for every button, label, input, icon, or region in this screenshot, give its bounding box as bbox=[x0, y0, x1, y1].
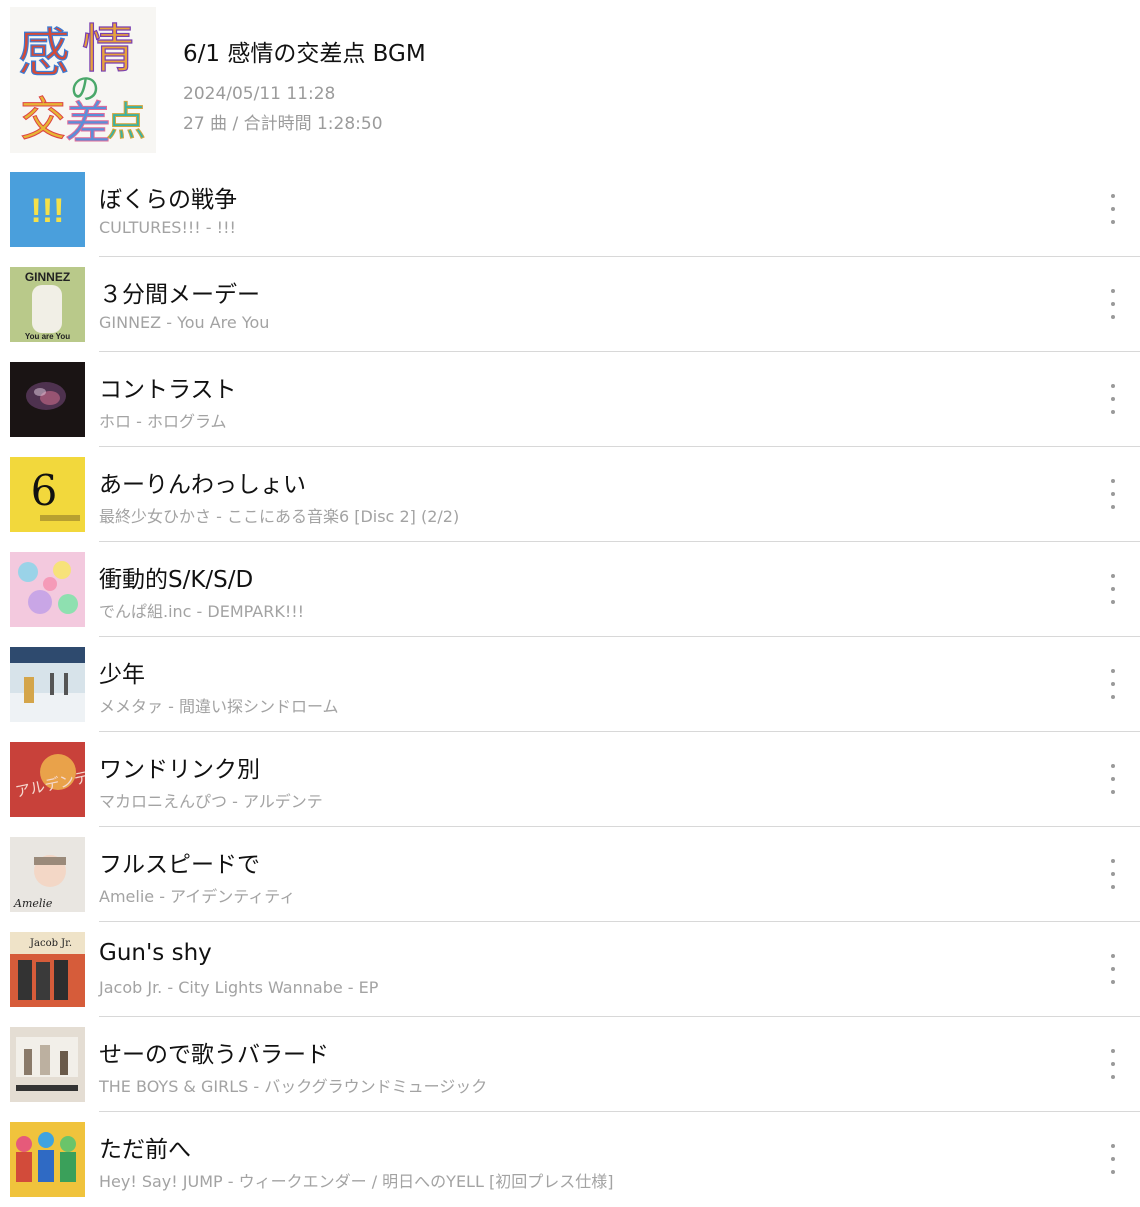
track-row[interactable]: Jacob Jr. Gun's shy Jacob Jr. - City Lig… bbox=[0, 922, 1140, 1017]
track-title: フルスピードで bbox=[99, 852, 260, 878]
track-title: せーので歌うバラード bbox=[99, 1042, 329, 1068]
playlist-cover-image: 感 情 の 交 差 点 bbox=[10, 7, 156, 153]
track-row[interactable]: 6 あーりんわっしょい 最終少女ひかさ - ここにある音楽6 [Disc 2] … bbox=[0, 447, 1140, 542]
more-vertical-icon[interactable] bbox=[1104, 954, 1122, 984]
track-row[interactable]: !!! ぼくらの戦争 CULTURES!!! - !!! bbox=[0, 162, 1140, 257]
track-artist-album: Jacob Jr. - City Lights Wannabe - EP bbox=[99, 978, 379, 997]
more-vertical-icon[interactable] bbox=[1104, 384, 1122, 414]
album-art bbox=[10, 647, 85, 722]
more-vertical-icon[interactable] bbox=[1104, 764, 1122, 794]
track-row[interactable]: Amelie フルスピードで Amelie - アイデンティティ bbox=[0, 827, 1140, 922]
track-row[interactable]: ただ前へ Hey! Say! JUMP - ウィークエンダー / 明日へのYEL… bbox=[0, 1112, 1140, 1207]
more-vertical-icon[interactable] bbox=[1104, 574, 1122, 604]
track-title: あーりんわっしょい bbox=[99, 472, 306, 498]
track-artist-album: マカロニえんぴつ - アルデンテ bbox=[99, 792, 323, 811]
album-art-caption: Amelie bbox=[13, 897, 53, 910]
track-artist-album: THE BOYS & GIRLS - バックグラウンドミュージック bbox=[99, 1077, 488, 1096]
more-vertical-icon[interactable] bbox=[1104, 859, 1122, 889]
track-artist-album: Hey! Say! JUMP - ウィークエンダー / 明日へのYELL [初回… bbox=[99, 1172, 614, 1191]
album-art bbox=[10, 1122, 85, 1197]
playlist-track-count-duration: 27 曲 / 合計時間 1:28:50 bbox=[183, 114, 383, 134]
album-art: アルデンテ bbox=[10, 742, 85, 817]
track-artist-album: GINNEZ - You Are You bbox=[99, 313, 270, 332]
more-vertical-icon[interactable] bbox=[1104, 1144, 1122, 1174]
track-title: コントラスト bbox=[99, 377, 237, 403]
track-list: !!! ぼくらの戦争 CULTURES!!! - !!! GINNEZ You … bbox=[0, 162, 1140, 1207]
track-title: Gun's shy bbox=[99, 940, 212, 966]
track-row[interactable]: 衝動的S/K/S/D でんぱ組.inc - DEMPARK!!! bbox=[0, 542, 1140, 637]
more-vertical-icon[interactable] bbox=[1104, 1049, 1122, 1079]
track-row[interactable]: コントラスト ホロ - ホログラム bbox=[0, 352, 1140, 447]
album-art-text: GINNEZ bbox=[25, 270, 70, 284]
cover-char: 点 bbox=[106, 99, 146, 145]
track-artist-album: メメタァ - 間違い探シンドローム bbox=[99, 697, 339, 716]
track-title: ぼくらの戦争 bbox=[99, 187, 237, 213]
album-art: GINNEZ You are You bbox=[10, 267, 85, 342]
track-row[interactable]: せーので歌うバラード THE BOYS & GIRLS - バックグラウンドミュ… bbox=[0, 1017, 1140, 1112]
track-row[interactable]: 少年 メメタァ - 間違い探シンドローム bbox=[0, 637, 1140, 732]
playlist-date: 2024/05/11 11:28 bbox=[183, 84, 336, 104]
more-vertical-icon[interactable] bbox=[1104, 289, 1122, 319]
track-title: ３分間メーデー bbox=[99, 282, 260, 308]
album-art: Amelie bbox=[10, 837, 85, 912]
album-art bbox=[10, 552, 85, 627]
more-vertical-icon[interactable] bbox=[1104, 194, 1122, 224]
more-vertical-icon[interactable] bbox=[1104, 479, 1122, 509]
track-title: ワンドリンク別 bbox=[99, 757, 260, 783]
album-art-text: Jacob Jr. bbox=[29, 938, 72, 949]
track-artist-album: でんぱ組.inc - DEMPARK!!! bbox=[99, 602, 305, 621]
album-art-caption: You are You bbox=[25, 332, 70, 341]
track-title: 衝動的S/K/S/D bbox=[99, 567, 254, 593]
cover-char: 差 bbox=[65, 96, 111, 150]
cover-char: 感 bbox=[18, 24, 70, 84]
track-title: 少年 bbox=[99, 662, 145, 688]
cover-char: 交 bbox=[20, 92, 66, 146]
playlist-title: 6/1 感情の交差点 BGM bbox=[183, 41, 426, 67]
album-art bbox=[10, 1027, 85, 1102]
album-art: 6 bbox=[10, 457, 85, 532]
album-art: !!! bbox=[10, 172, 85, 247]
track-row[interactable]: GINNEZ You are You ３分間メーデー GINNEZ - You … bbox=[0, 257, 1140, 352]
track-row[interactable]: アルデンテ ワンドリンク別 マカロニえんぴつ - アルデンテ bbox=[0, 732, 1140, 827]
playlist-header: 感 情 の 交 差 点 6/1 感情の交差点 BGM 2024/05/11 11… bbox=[0, 0, 1140, 160]
track-title: ただ前へ bbox=[99, 1137, 191, 1163]
more-vertical-icon[interactable] bbox=[1104, 669, 1122, 699]
album-art-text: !!! bbox=[31, 192, 65, 230]
track-artist-album: 最終少女ひかさ - ここにある音楽6 [Disc 2] (2/2) bbox=[99, 507, 460, 526]
track-artist-album: Amelie - アイデンティティ bbox=[99, 887, 296, 906]
album-art bbox=[10, 362, 85, 437]
album-art: Jacob Jr. bbox=[10, 932, 85, 1007]
album-art-text: 6 bbox=[31, 466, 58, 515]
cover-char: 情 bbox=[82, 20, 134, 80]
track-artist-album: CULTURES!!! - !!! bbox=[99, 218, 236, 237]
track-artist-album: ホロ - ホログラム bbox=[99, 412, 227, 431]
